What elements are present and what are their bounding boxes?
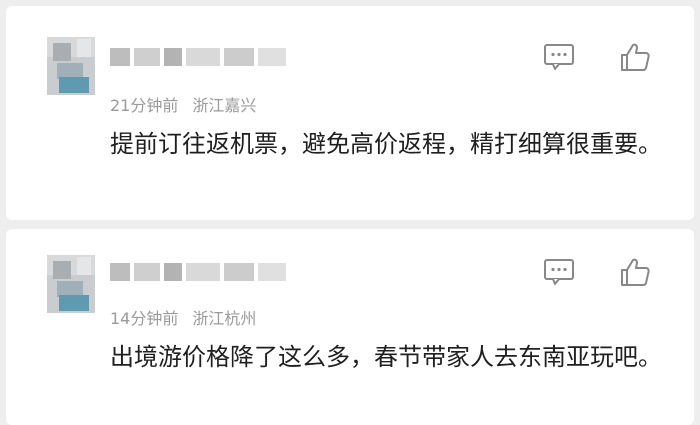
- comment-icon: [543, 43, 575, 75]
- comment-text: 出境游价格降了这么多，春节带家人去东南亚玩吧。: [110, 343, 662, 371]
- comment-button[interactable]: [542, 257, 576, 291]
- like-button[interactable]: [618, 42, 652, 76]
- comment-time: 14分钟前: [110, 309, 179, 328]
- username-blurred[interactable]: [110, 44, 310, 70]
- comment-icon: [543, 258, 575, 290]
- comment-time: 21分钟前: [110, 96, 179, 115]
- comment-meta: 14分钟前 浙江杭州: [110, 305, 256, 329]
- thumbs-up-icon: [619, 42, 651, 76]
- comment-text: 提前订往返机票，避免高价返程，精打细算很重要。: [110, 130, 662, 158]
- comment-meta: 21分钟前 浙江嘉兴: [110, 92, 256, 116]
- username-blurred[interactable]: [110, 259, 310, 285]
- comment-location: 浙江嘉兴: [192, 96, 257, 115]
- thumbs-up-icon: [619, 257, 651, 291]
- comment-location: 浙江杭州: [192, 309, 257, 328]
- avatar[interactable]: [47, 255, 95, 313]
- comment-card: 21分钟前 浙江嘉兴 提前订往返机票，避免高价返程，精打细算很重要。: [6, 6, 694, 220]
- comment-button[interactable]: [542, 42, 576, 76]
- comment-card: 14分钟前 浙江杭州 出境游价格降了这么多，春节带家人去东南亚玩吧。: [6, 229, 694, 425]
- avatar[interactable]: [47, 37, 95, 95]
- like-button[interactable]: [618, 257, 652, 291]
